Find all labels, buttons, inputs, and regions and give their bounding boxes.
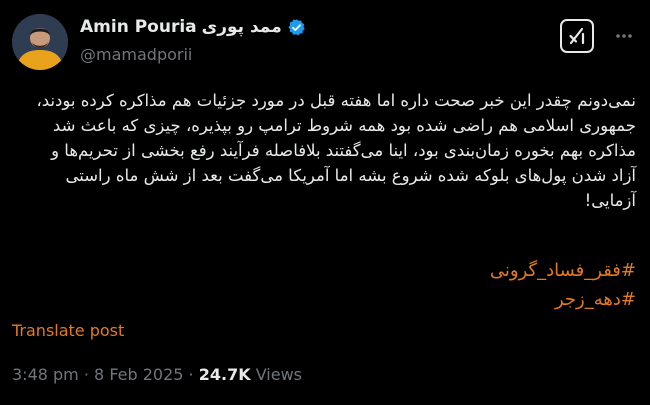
views-label: Views	[255, 365, 303, 384]
tweet-line: مذاکره بهم بخوره زمان‌بندی بود، اینا می‌…	[51, 141, 636, 160]
author-name-fa[interactable]: ممد پوری	[202, 17, 282, 37]
tweet-line: جمهوری اسلامی هم راضی شده بود همه شروط ت…	[52, 116, 636, 135]
tweet-text: نمی‌دونم چقدر این خبر صحت داره اما هفته …	[20, 88, 636, 213]
more-options-button[interactable]	[612, 24, 636, 48]
post-date[interactable]: 8 Feb 2025	[94, 365, 183, 384]
views-count[interactable]: 24.7K	[199, 365, 251, 384]
meta-separator: ·	[188, 365, 194, 384]
tweet-line: آزمایی!	[584, 191, 636, 210]
avatar-image	[12, 14, 68, 70]
tweet-header: Amin Pouria ممد پوری @mamadporii	[12, 14, 638, 70]
tweet-line: نمی‌دونم چقدر این خبر صحت داره اما هفته …	[36, 91, 636, 110]
post-time[interactable]: 3:48 pm	[12, 365, 79, 384]
meta-separator: ·	[83, 365, 89, 384]
grok-button[interactable]	[560, 19, 594, 53]
grok-icon	[569, 27, 585, 45]
avatar[interactable]	[12, 14, 68, 70]
hashtag-list: #فقر_فساد_گرونی #دهه_زجر	[490, 256, 636, 314]
translate-post-link[interactable]: Translate post	[12, 321, 124, 340]
author-handle[interactable]: @mamadporii	[80, 45, 192, 64]
tweet-meta: 3:48 pm · 8 Feb 2025 · 24.7K Views	[12, 365, 302, 384]
hashtag-link[interactable]: #فقر_فساد_گرونی	[490, 256, 636, 285]
author-name[interactable]: Amin Pouria	[80, 17, 197, 37]
tweet-line: آزاد شدن پول‌های بلوکه شده شروع بشه اما …	[65, 166, 636, 185]
author-name-row: Amin Pouria ممد پوری	[80, 17, 306, 37]
hashtag-link[interactable]: #دهه_زجر	[490, 285, 636, 314]
more-options-icon	[616, 34, 632, 38]
verified-badge-icon	[287, 18, 306, 37]
